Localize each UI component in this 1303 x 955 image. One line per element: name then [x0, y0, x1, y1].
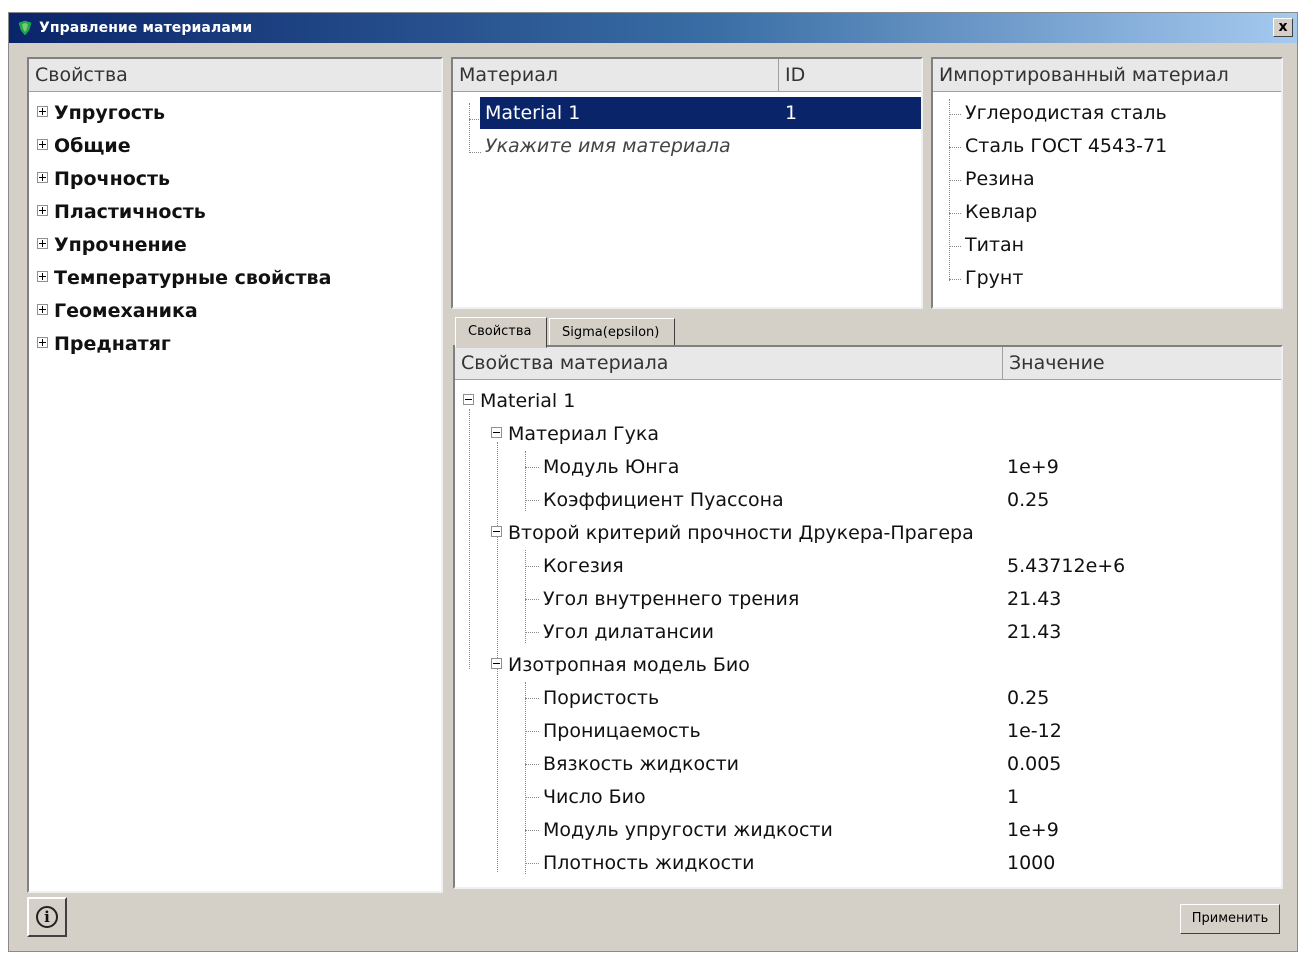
- material-name-cell[interactable]: Material 1: [485, 97, 580, 130]
- window-title: Управление материалами: [39, 20, 253, 36]
- property-row-label[interactable]: Модуль упругости жидкости: [543, 814, 833, 847]
- property-row-value[interactable]: 5.43712e+6: [1007, 550, 1125, 583]
- properties-header-label: Свойства: [35, 64, 128, 86]
- expand-icon[interactable]: [37, 172, 48, 183]
- imported-material-item[interactable]: Сталь ГОСТ 4543-71: [965, 130, 1167, 163]
- imported-material-item[interactable]: Резина: [965, 163, 1035, 196]
- property-row-label[interactable]: Коэффициент Пуассона: [543, 484, 784, 517]
- property-row-label[interactable]: Угол дилатансии: [543, 616, 714, 649]
- property-category[interactable]: Пластичность: [37, 196, 206, 229]
- property-group[interactable]: Второй критерий прочности Друкера-Прагер…: [491, 517, 974, 550]
- property-category[interactable]: Упрочнение: [37, 229, 187, 262]
- imported-material-item[interactable]: Углеродистая сталь: [965, 97, 1167, 130]
- expand-icon[interactable]: [37, 271, 48, 282]
- property-name-column-header[interactable]: Свойства материала: [455, 347, 1003, 379]
- app-logo-icon: [18, 20, 32, 36]
- collapse-icon[interactable]: [491, 658, 502, 669]
- expand-icon[interactable]: [37, 205, 48, 216]
- collapse-icon[interactable]: [463, 394, 474, 405]
- tree-root-node[interactable]: Material 1: [463, 385, 575, 418]
- property-row-value[interactable]: 1e-12: [1007, 715, 1062, 748]
- property-row-label[interactable]: Вязкость жидкости: [543, 748, 739, 781]
- material-properties-table: Свойства материала Значение Material 1 М…: [453, 345, 1283, 889]
- property-row-label[interactable]: Пористость: [543, 682, 659, 715]
- property-row-label[interactable]: Плотность жидкости: [543, 847, 755, 880]
- expand-icon[interactable]: [37, 238, 48, 249]
- property-row-value[interactable]: 0.005: [1007, 748, 1061, 781]
- collapse-icon[interactable]: [491, 526, 502, 537]
- properties-header: Свойства: [29, 59, 441, 92]
- property-value-column-header[interactable]: Значение: [1003, 347, 1279, 379]
- property-row-label[interactable]: Модуль Юнга: [543, 451, 679, 484]
- info-button[interactable]: i: [27, 897, 67, 937]
- imported-material-item[interactable]: Титан: [965, 229, 1024, 262]
- imported-material-item[interactable]: Кевлар: [965, 196, 1037, 229]
- expand-icon[interactable]: [37, 139, 48, 150]
- property-row-value[interactable]: 21.43: [1007, 616, 1061, 649]
- property-row-label[interactable]: Число Био: [543, 781, 646, 814]
- property-row-value[interactable]: 1e+9: [1007, 451, 1059, 484]
- property-category[interactable]: Температурные свойства: [37, 262, 331, 295]
- close-button[interactable]: x: [1273, 18, 1293, 37]
- property-row-value[interactable]: 1e+9: [1007, 814, 1059, 847]
- imported-material-item[interactable]: Грунт: [965, 262, 1023, 295]
- material-column-header[interactable]: Материал: [453, 59, 779, 91]
- property-row-value[interactable]: 21.43: [1007, 583, 1061, 616]
- property-category[interactable]: Прочность: [37, 163, 170, 196]
- property-row-value[interactable]: 0.25: [1007, 682, 1049, 715]
- property-row-value[interactable]: 0.25: [1007, 484, 1049, 517]
- properties-panel: Свойства Упругость Общие Прочность Пласт…: [27, 57, 443, 893]
- material-id-cell[interactable]: 1: [785, 97, 797, 130]
- imported-materials-panel: Импортированный материал Углеродистая ст…: [931, 57, 1283, 309]
- property-category[interactable]: Преднатяг: [37, 328, 171, 361]
- property-group[interactable]: Материал Гука: [491, 418, 659, 451]
- id-column-header[interactable]: ID: [779, 59, 919, 91]
- info-icon: i: [36, 906, 58, 928]
- property-category[interactable]: Общие: [37, 130, 131, 163]
- property-row-label[interactable]: Угол внутреннего трения: [543, 583, 799, 616]
- tab-properties[interactable]: Свойства: [455, 317, 547, 348]
- imported-header-label: Импортированный материал: [939, 64, 1229, 86]
- properties-table-header: Свойства материала Значение: [455, 347, 1281, 380]
- property-row-value[interactable]: 1000: [1007, 847, 1055, 880]
- apply-button[interactable]: Применить: [1180, 904, 1280, 934]
- property-category[interactable]: Геомеханика: [37, 295, 198, 328]
- imported-header: Импортированный материал: [933, 59, 1281, 92]
- expand-icon[interactable]: [37, 304, 48, 315]
- tab-sigma-epsilon[interactable]: Sigma(epsilon): [549, 318, 675, 346]
- property-row-label[interactable]: Когезия: [543, 550, 624, 583]
- expand-icon[interactable]: [37, 337, 48, 348]
- materials-dialog: Управление материалами x Свойства Упруго…: [8, 12, 1298, 952]
- new-material-placeholder[interactable]: Укажите имя материала: [485, 130, 731, 163]
- property-row-value[interactable]: 1: [1007, 781, 1019, 814]
- materials-panel: Материал ID Material 1 1 Укажите имя мат…: [451, 57, 923, 309]
- materials-header: Материал ID: [453, 59, 921, 92]
- expand-icon[interactable]: [37, 106, 48, 117]
- property-group[interactable]: Изотропная модель Био: [491, 649, 750, 682]
- title-bar: Управление материалами x: [9, 13, 1297, 43]
- collapse-icon[interactable]: [491, 427, 502, 438]
- property-row-label[interactable]: Проницаемость: [543, 715, 701, 748]
- property-category[interactable]: Упругость: [37, 97, 165, 130]
